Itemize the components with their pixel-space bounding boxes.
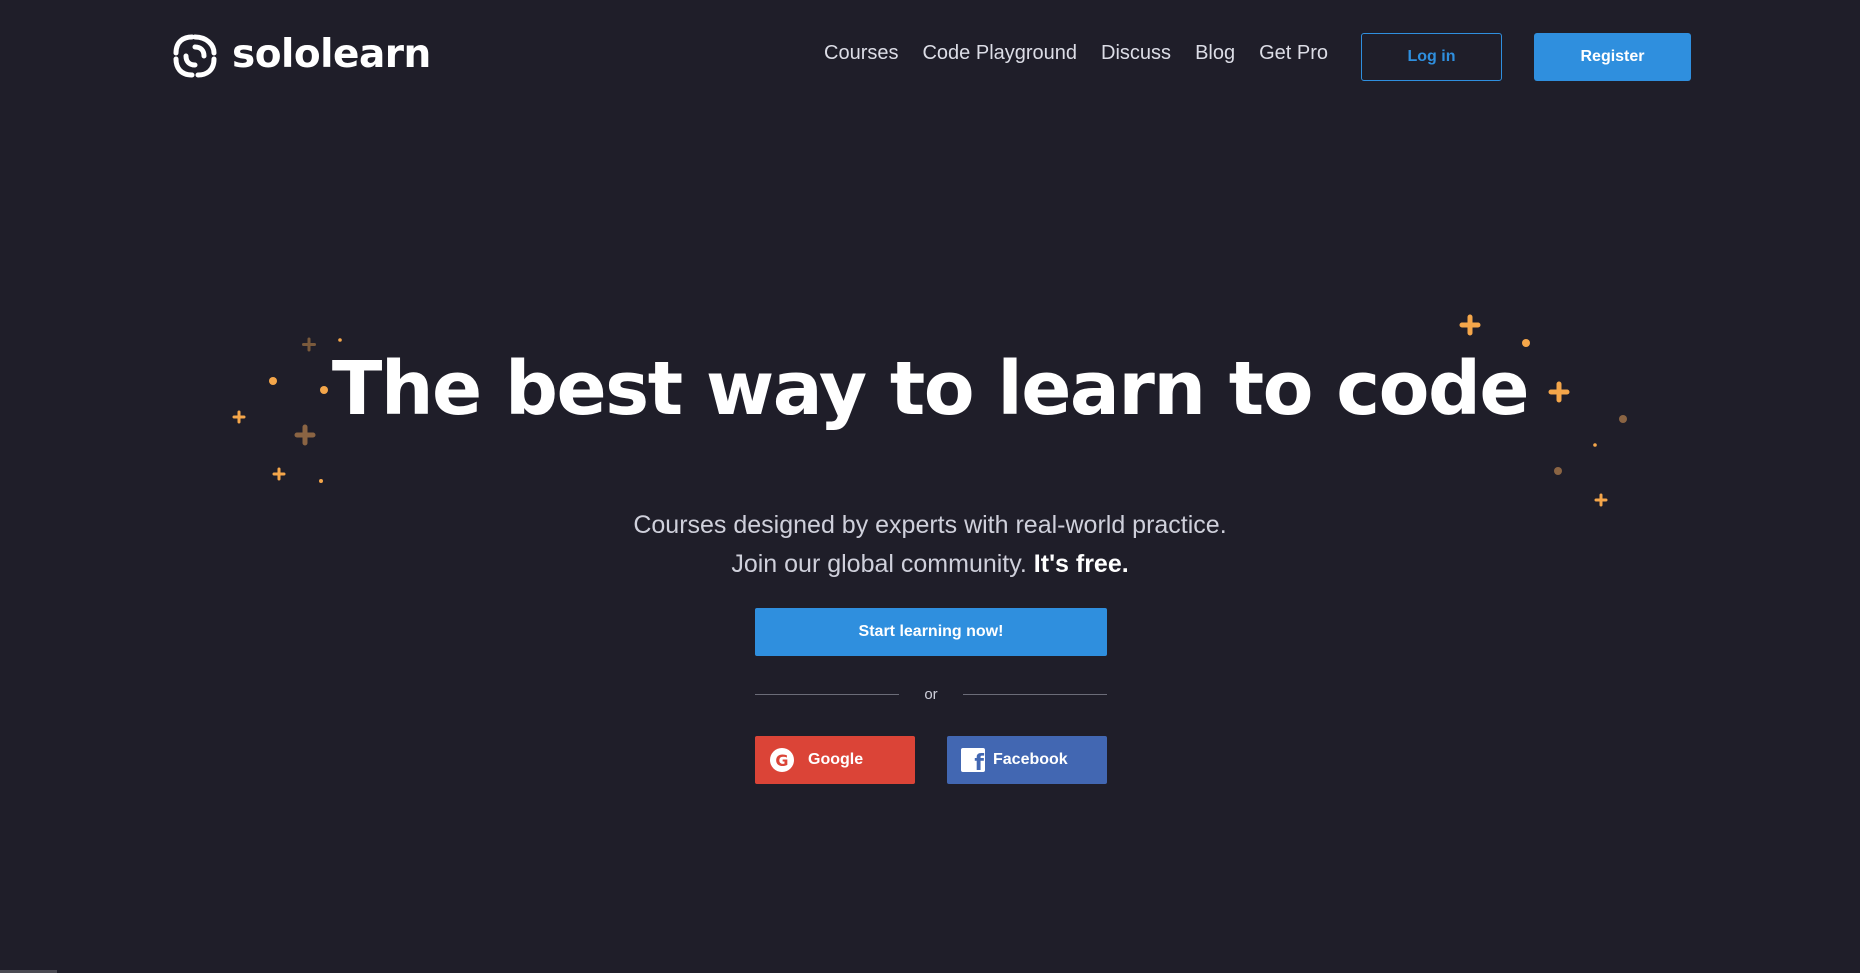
login-button[interactable]: Log in bbox=[1361, 33, 1502, 81]
top-nav: Courses Code Playground Discuss Blog Get… bbox=[824, 42, 1328, 65]
hero-subtitle-emphasis: It's free. bbox=[1033, 550, 1129, 578]
sparkle-dot-icon bbox=[1554, 467, 1562, 475]
nav-item-get-pro[interactable]: Get Pro bbox=[1259, 42, 1328, 65]
sparkle-plus-icon bbox=[1459, 314, 1481, 336]
nav-item-code-playground[interactable]: Code Playground bbox=[922, 42, 1077, 65]
register-button[interactable]: Register bbox=[1534, 33, 1691, 81]
facebook-f-icon: f bbox=[961, 748, 985, 772]
sparkle-plus-icon bbox=[272, 467, 286, 481]
sparkle-plus-icon bbox=[302, 337, 316, 352]
divider-line-left bbox=[755, 694, 899, 695]
sparkle-dot-icon bbox=[319, 479, 323, 483]
google-signin-label: Google bbox=[808, 751, 864, 768]
brand-name: sololearn bbox=[232, 31, 431, 77]
sparkle-decorations bbox=[232, 314, 1627, 507]
facebook-signin-label: Facebook bbox=[993, 751, 1068, 768]
divider-line-right bbox=[963, 694, 1107, 695]
nav-item-blog[interactable]: Blog bbox=[1195, 42, 1235, 65]
google-signin-button[interactable]: G Google bbox=[755, 736, 915, 784]
divider-or-text: or bbox=[924, 686, 938, 703]
hero-subtitle-line1: Courses designed by experts with real-wo… bbox=[633, 511, 1227, 539]
nav-item-courses[interactable]: Courses bbox=[824, 42, 898, 65]
sparkle-dot-icon bbox=[338, 338, 342, 342]
landing-page: sololearn Courses Code Playground Discus… bbox=[0, 0, 1860, 973]
sparkle-plus-icon bbox=[1594, 493, 1608, 507]
start-learning-button[interactable]: Start learning now! bbox=[755, 608, 1107, 656]
sparkle-dot-icon bbox=[1593, 443, 1597, 447]
sparkle-plus-icon bbox=[294, 424, 316, 446]
hero-subtitle-text: Join our global community. bbox=[731, 550, 1027, 578]
facebook-signin-button[interactable]: f Facebook bbox=[947, 736, 1107, 784]
hero-subtitle-line2: Join our global community. It's free. bbox=[0, 549, 1860, 579]
hero-headline: The best way to learn to code bbox=[331, 346, 1530, 432]
brand-logo[interactable]: sololearn bbox=[170, 29, 431, 83]
nav-item-discuss[interactable]: Discuss bbox=[1101, 42, 1171, 65]
sololearn-swirl-icon bbox=[173, 34, 217, 78]
google-g-icon: G bbox=[770, 748, 794, 772]
